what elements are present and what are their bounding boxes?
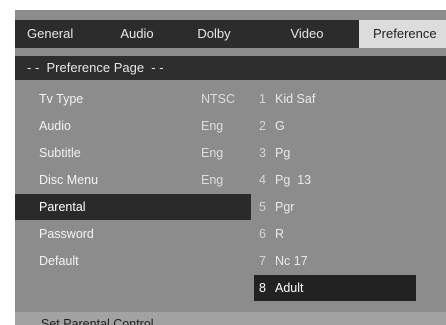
tab-general[interactable]: General [15,20,101,48]
page-title: - - Preference Page - - [15,56,446,80]
parental-option-7[interactable]: 7 Nc 17 [254,248,416,274]
parental-option-5[interactable]: 5 Pgr [254,194,416,220]
setting-row-tv-type[interactable]: Tv Type NTSC [15,86,251,112]
option-number: 7 [259,254,266,268]
parental-option-2[interactable]: 2 G [254,113,416,139]
setting-label: Disc Menu [39,173,99,187]
option-label: Kid Saf [275,92,316,106]
option-label: Pg 13 [275,173,312,187]
parental-option-8[interactable]: 8 Adult [254,275,416,301]
setting-label: Parental [39,200,86,214]
option-label: Pg [275,146,291,160]
menu-tab-bar: General Audio Dolby Video Preference [15,20,446,48]
setting-row-default[interactable]: Default [15,248,251,274]
setting-label: Audio [39,119,71,133]
setting-value: Eng [201,119,224,133]
option-number: 5 [259,200,266,214]
tab-dolby[interactable]: Dolby [173,20,255,48]
option-label: Pgr [275,200,295,214]
setting-label: Tv Type [39,92,84,106]
parental-option-3[interactable]: 3 Pg [254,140,416,166]
setting-label: Password [39,227,94,241]
parental-option-6[interactable]: 6 R [254,221,416,247]
option-label: Nc 17 [275,254,308,268]
option-label: G [275,119,285,133]
option-label: Adult [275,281,304,295]
setting-value: NTSC [201,92,236,106]
option-number: 1 [259,92,266,106]
option-number: 2 [259,119,266,133]
setting-value: Eng [201,146,224,160]
setting-row-password[interactable]: Password [15,221,251,247]
option-number: 8 [259,281,266,295]
tab-preference[interactable]: Preference [359,20,446,48]
parental-option-4[interactable]: 4 Pg 13 [254,167,416,193]
setting-label: Subtitle [39,146,81,160]
status-bar: Set Parental Control [15,312,446,325]
setting-label: Default [39,254,79,268]
setting-row-disc-menu[interactable]: Disc Menu Eng [15,167,251,193]
option-number: 3 [259,146,266,160]
option-number: 6 [259,227,266,241]
option-label: R [275,227,285,241]
tab-audio[interactable]: Audio [101,20,173,48]
parental-option-1[interactable]: 1 Kid Saf [254,86,416,112]
osd-setup-menu: General Audio Dolby Video Preference - -… [15,10,446,325]
setting-row-parental[interactable]: Parental [15,194,251,220]
tab-video[interactable]: Video [255,20,359,48]
option-number: 4 [259,173,266,187]
setting-row-audio[interactable]: Audio Eng [15,113,251,139]
setting-row-subtitle[interactable]: Subtitle Eng [15,140,251,166]
setting-value: Eng [201,173,224,187]
